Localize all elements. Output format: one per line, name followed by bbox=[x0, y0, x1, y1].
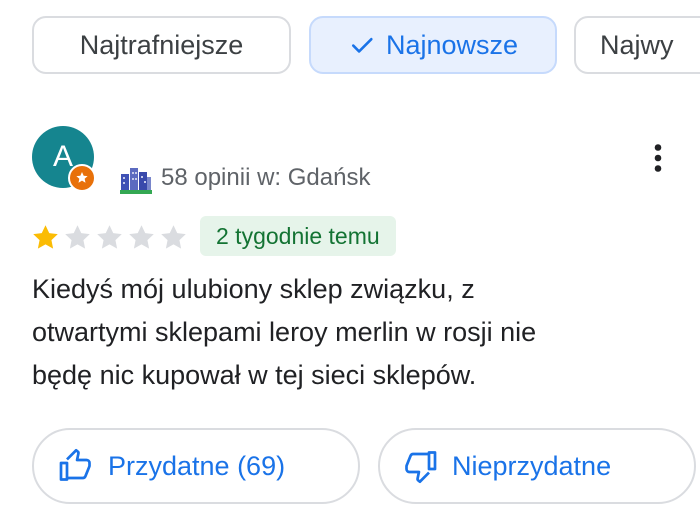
author-stats[interactable]: 58 opinii w: Gdańsk bbox=[161, 164, 370, 192]
review-text: Kiedyś mój ulubiony sklep związku, z otw… bbox=[32, 268, 692, 397]
star-rating bbox=[30, 222, 189, 253]
time-badge: 2 tygodnie temu bbox=[200, 216, 396, 256]
thumb-down-icon bbox=[405, 451, 437, 484]
sort-chip-label: Najnowsze bbox=[385, 29, 519, 60]
star-empty-icon bbox=[97, 225, 122, 249]
sort-chip-highest[interactable]: Najwy bbox=[574, 16, 700, 74]
star-filled-icon bbox=[33, 225, 58, 249]
unhelpful-button[interactable]: Nieprzydatne bbox=[378, 428, 696, 504]
sort-chip-most-relevant[interactable]: Najtrafniejsze bbox=[32, 16, 291, 74]
thumb-up-icon bbox=[59, 448, 91, 481]
star-empty-icon bbox=[129, 225, 154, 249]
review-text-line: Kiedyś mój ulubiony sklep związku, z bbox=[32, 274, 475, 304]
unhelpful-label: Nieprzydatne bbox=[452, 450, 612, 481]
sort-chip-newest[interactable]: Najnowsze bbox=[309, 16, 557, 74]
city-buildings-icon bbox=[120, 168, 152, 194]
check-icon bbox=[351, 37, 373, 53]
star-empty-icon bbox=[65, 225, 90, 249]
review-text-line: będę nic kupował w tej sieci sklepów. bbox=[32, 360, 477, 390]
more-vert-icon[interactable] bbox=[640, 140, 676, 176]
sort-chip-label: Najtrafniejsze bbox=[79, 29, 244, 60]
helpful-label: Przydatne (69) bbox=[108, 450, 286, 481]
star-empty-icon bbox=[161, 225, 186, 249]
review-text-line: otwartymi sklepami leroy merlin w rosji … bbox=[32, 317, 537, 347]
sort-chip-label: Najwy bbox=[600, 29, 674, 60]
helpful-button[interactable]: Przydatne (69) bbox=[32, 428, 360, 504]
local-guide-icon bbox=[68, 164, 96, 192]
